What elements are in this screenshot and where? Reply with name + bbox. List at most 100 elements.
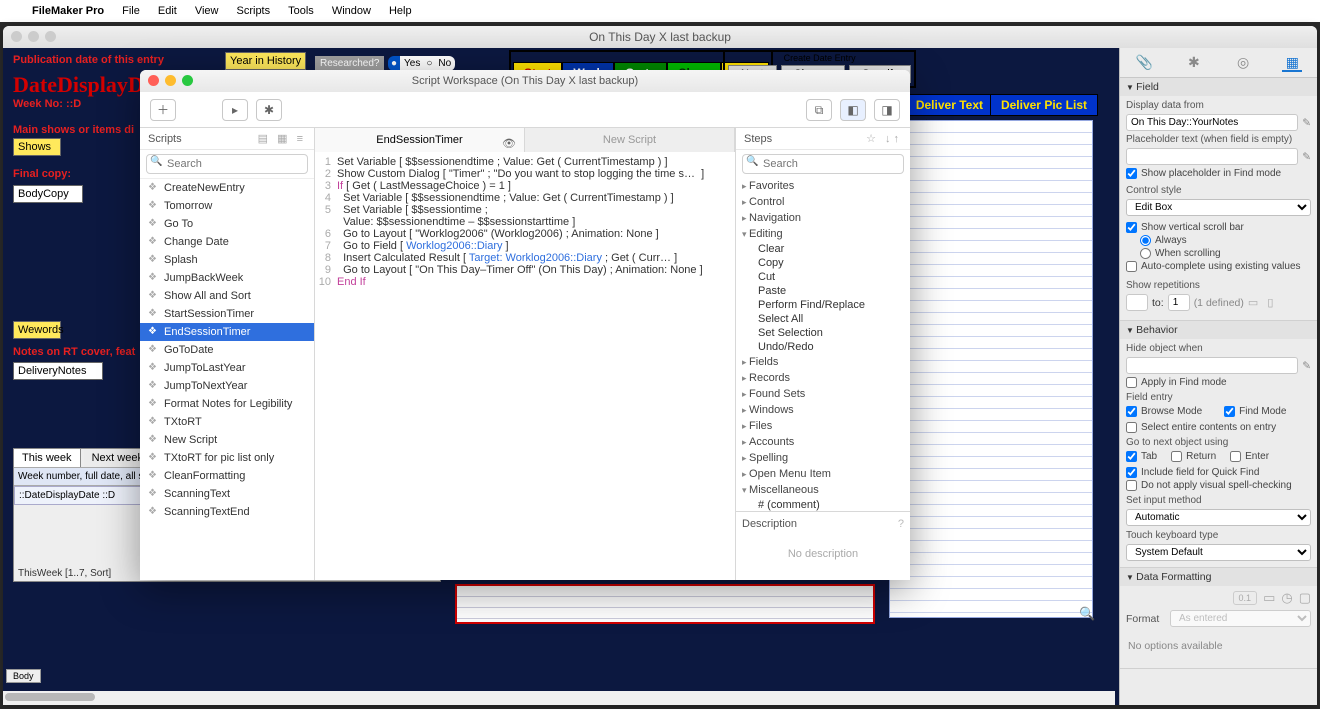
pane-right-button[interactable]: ◨ [874, 99, 900, 121]
menu-scripts[interactable]: Scripts [237, 5, 271, 17]
deliver-pic-button[interactable]: Deliver Pic List [990, 94, 1098, 116]
select-entire-check[interactable] [1126, 422, 1137, 433]
return-check[interactable] [1171, 451, 1182, 462]
behavior-section-header[interactable]: Behavior [1120, 321, 1317, 339]
yes-option[interactable]: Yes [400, 56, 424, 71]
script-item[interactable]: Format Notes for Legibility [140, 395, 314, 413]
pencil-icon[interactable]: ✎ [1302, 151, 1311, 163]
app-name[interactable]: FileMaker Pro [32, 5, 104, 17]
close-icon[interactable] [11, 31, 22, 42]
data-tab-icon[interactable]: ▦ [1282, 54, 1302, 72]
step-item[interactable]: Perform Find/Replace [736, 298, 910, 312]
script-item[interactable]: TXtoRT [140, 413, 314, 431]
wewords-field[interactable]: Wewords [13, 321, 61, 339]
hide-input[interactable] [1126, 357, 1298, 374]
editor-tab-active[interactable]: EndSessionTimer👁 [315, 128, 525, 152]
cat-misc[interactable]: Miscellaneous [736, 482, 910, 498]
script-item[interactable]: ScanningText [140, 485, 314, 503]
script-item[interactable]: GoToDate [140, 341, 314, 359]
menu-window[interactable]: Window [332, 5, 371, 17]
step-item[interactable]: Cut [736, 270, 910, 284]
script-item[interactable]: TXtoRT for pic list only [140, 449, 314, 467]
shows-field[interactable]: Shows [13, 138, 61, 156]
enter-check[interactable] [1230, 451, 1241, 462]
menu-file[interactable]: File [122, 5, 140, 17]
step-item[interactable]: Clear [736, 242, 910, 256]
date-display-field[interactable]: DateDisplayDa [13, 72, 155, 98]
right-textarea[interactable] [889, 120, 1093, 618]
zoom-icon[interactable] [182, 75, 193, 86]
menu-help[interactable]: Help [389, 5, 412, 17]
script-item[interactable]: ScanningTextEnd [140, 503, 314, 521]
step-item[interactable]: # (comment) [736, 498, 910, 511]
display-from-input[interactable] [1126, 114, 1298, 131]
menu-view[interactable]: View [195, 5, 219, 17]
debug-button[interactable]: ✱ [256, 99, 282, 121]
run-button[interactable]: ▸ [222, 99, 248, 121]
show-placeholder-check[interactable] [1126, 168, 1137, 179]
year-history-field[interactable]: Year in History [225, 52, 306, 70]
zoom-icon[interactable] [45, 31, 56, 42]
editor-tab-other[interactable]: New Script [525, 128, 735, 152]
step-item[interactable]: Set Selection [736, 326, 910, 340]
script-item[interactable]: Show All and Sort [140, 287, 314, 305]
format-date-icon[interactable]: ▭ [1263, 590, 1275, 606]
script-item[interactable]: Tomorrow [140, 197, 314, 215]
quickfind-check[interactable] [1126, 467, 1137, 478]
scripts-search-input[interactable] [146, 154, 308, 174]
script-item[interactable]: New Script [140, 431, 314, 449]
format-image-icon[interactable]: ▢ [1299, 590, 1311, 606]
search-icon[interactable]: 🔍 [1079, 606, 1095, 622]
no-option[interactable]: No [434, 56, 455, 71]
cat-spelling[interactable]: Spelling [736, 450, 910, 466]
script-item[interactable]: Go To [140, 215, 314, 233]
vscroll-check[interactable] [1126, 222, 1137, 233]
step-item[interactable]: Undo/Redo [736, 340, 910, 354]
input-method-select[interactable]: Automatic [1126, 509, 1311, 526]
browse-mode-check[interactable] [1126, 406, 1137, 417]
placeholder-input[interactable] [1126, 148, 1298, 165]
script-item[interactable]: JumpToNextYear [140, 377, 314, 395]
appearance-tab-icon[interactable]: ◎ [1233, 54, 1253, 72]
cat-navigation[interactable]: Navigation [736, 210, 910, 226]
reps-to-input[interactable] [1168, 294, 1190, 311]
when-scrolling-radio[interactable] [1140, 248, 1151, 259]
format-number-icon[interactable]: 0.1 [1233, 591, 1258, 605]
reps-orientation-icons[interactable]: ▭ ▯ [1248, 296, 1277, 309]
styles-tab-icon[interactable]: ✱ [1184, 54, 1204, 72]
horizontal-scrollbar[interactable] [3, 691, 1115, 705]
minimize-icon[interactable] [165, 75, 176, 86]
cat-openmenu[interactable]: Open Menu Item [736, 466, 910, 482]
script-item[interactable]: StartSessionTimer [140, 305, 314, 323]
cat-files[interactable]: Files [736, 418, 910, 434]
script-item[interactable]: Change Date [140, 233, 314, 251]
control-style-select[interactable]: Edit Box [1126, 199, 1311, 216]
tab-check[interactable] [1126, 451, 1137, 462]
autocomplete-check[interactable] [1126, 261, 1137, 272]
close-icon[interactable] [148, 75, 159, 86]
script-item[interactable]: JumpBackWeek [140, 269, 314, 287]
cat-accounts[interactable]: Accounts [736, 434, 910, 450]
cat-editing[interactable]: Editing [736, 226, 910, 242]
reps-from-input[interactable] [1126, 294, 1148, 311]
copy-button[interactable]: ⧉ [806, 99, 832, 121]
tab-this-week[interactable]: This week [14, 449, 81, 467]
position-tab-icon[interactable]: 📎 [1135, 54, 1155, 72]
steps-search-input[interactable] [742, 154, 904, 174]
deliver-text-button[interactable]: Deliver Text [905, 94, 994, 116]
script-item[interactable]: EndSessionTimer [140, 323, 314, 341]
script-item[interactable]: CreateNewEntry [140, 179, 314, 197]
minimize-icon[interactable] [28, 31, 39, 42]
pencil-icon[interactable]: ✎ [1302, 360, 1311, 372]
step-item[interactable]: Select All [736, 312, 910, 326]
format-time-icon[interactable]: ◷ [1281, 590, 1292, 606]
always-radio[interactable] [1140, 235, 1151, 246]
new-script-button[interactable]: ＋ [150, 99, 176, 121]
step-item[interactable]: Copy [736, 256, 910, 270]
cat-windows[interactable]: Windows [736, 402, 910, 418]
center-textarea[interactable] [455, 584, 875, 624]
steps-sort-icons[interactable]: ☆ ↓↑ [866, 132, 902, 145]
apply-find-check[interactable] [1126, 377, 1137, 388]
pane-left-button[interactable]: ◧ [840, 99, 866, 121]
scripts-view-icons[interactable]: ▤ ▦ ≡ [258, 132, 306, 145]
